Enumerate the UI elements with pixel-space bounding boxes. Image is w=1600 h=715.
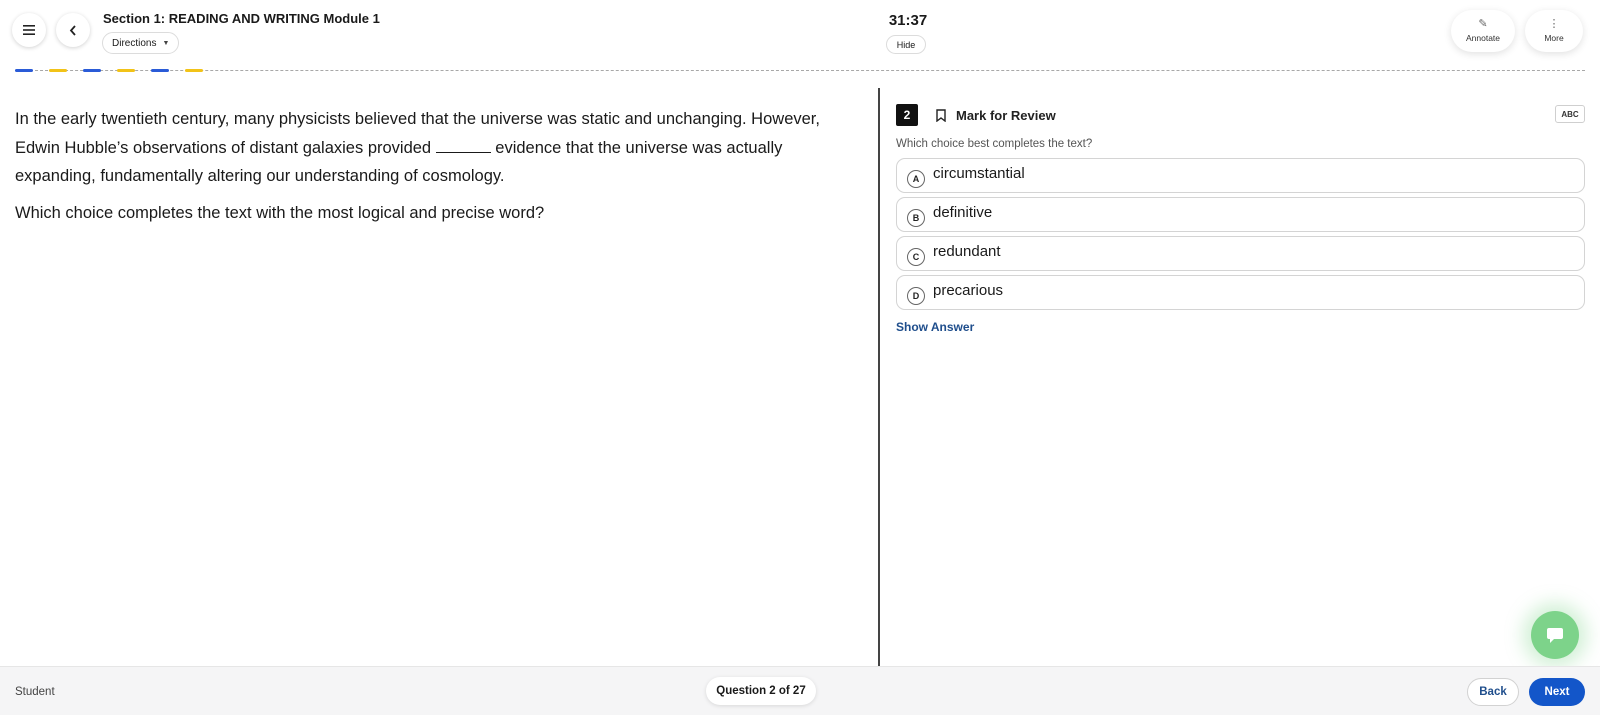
question-stem: Which choice best completes the text? <box>896 138 1093 150</box>
choice-letter: D <box>907 286 925 305</box>
progress-track <box>15 69 1585 72</box>
user-name: Student <box>15 686 55 698</box>
question-navigator-button[interactable]: Question 2 of 27 <box>706 677 816 705</box>
hamburger-menu-icon <box>23 25 35 35</box>
progress-segment <box>117 69 135 72</box>
answer-choice-d[interactable]: D precarious <box>896 275 1585 310</box>
panel-divider[interactable] <box>878 88 880 666</box>
passage-text: In the early twentieth century, many phy… <box>15 105 845 191</box>
answer-eliminator-toggle[interactable]: ABC <box>1555 105 1585 123</box>
back-button[interactable]: Back <box>1467 678 1519 706</box>
progress-segment <box>49 69 67 72</box>
show-answer-link[interactable]: Show Answer <box>896 320 974 334</box>
caret-down-icon: ▼ <box>162 39 170 47</box>
choice-letter: B <box>907 208 925 227</box>
more-button[interactable]: ⋮ More <box>1525 10 1583 52</box>
answer-choice-c[interactable]: C redundant <box>896 236 1585 271</box>
choice-text: definitive <box>933 204 993 221</box>
progress-segment <box>185 69 203 72</box>
progress-segment <box>15 69 33 72</box>
mark-for-review-button[interactable]: Mark for Review <box>936 104 1056 126</box>
progress-segment <box>83 69 101 72</box>
hide-timer-button[interactable]: Hide <box>886 35 926 54</box>
choice-text: precarious <box>933 282 1004 299</box>
answer-choice-a[interactable]: A circumstantial <box>896 158 1585 193</box>
chevron-left-icon <box>69 24 76 36</box>
back-nav-button[interactable] <box>56 13 90 47</box>
menu-button[interactable] <box>12 13 46 47</box>
progress-segment <box>151 69 169 72</box>
choice-letter: A <box>907 169 925 188</box>
annotate-button[interactable]: ✎ Annotate <box>1451 10 1515 52</box>
top-header: Section 1: READING AND WRITING Module 1 … <box>0 0 1600 72</box>
chat-bubble-icon <box>1547 627 1563 643</box>
passage-prompt: Which choice completes the text with the… <box>15 204 545 222</box>
next-button[interactable]: Next <box>1529 678 1585 706</box>
passage-blank <box>435 135 491 153</box>
vertical-dots-icon: ⋮ <box>1548 18 1560 30</box>
choice-letter: C <box>907 247 925 266</box>
directions-dropdown[interactable]: Directions ▼ <box>102 32 180 54</box>
pencil-icon: ✎ <box>1478 18 1488 30</box>
progress-dotted-line <box>15 70 1585 71</box>
more-label: More <box>1544 33 1564 43</box>
directions-label: Directions <box>112 37 157 49</box>
bottom-footer: Student Question 2 of 27 Back Next <box>0 666 1600 715</box>
answer-choice-b[interactable]: B definitive <box>896 197 1585 232</box>
section-title: Section 1: READING AND WRITING Module 1 <box>103 11 380 26</box>
choice-text: circumstantial <box>933 165 1025 182</box>
timer: 31:37 <box>888 12 928 29</box>
mark-for-review-label: Mark for Review <box>956 107 1056 123</box>
question-number-badge: 2 <box>896 104 918 126</box>
choice-text: redundant <box>933 243 1001 260</box>
annotate-label: Annotate <box>1465 33 1501 43</box>
bookmark-icon <box>936 108 946 122</box>
chat-button[interactable] <box>1531 611 1579 659</box>
